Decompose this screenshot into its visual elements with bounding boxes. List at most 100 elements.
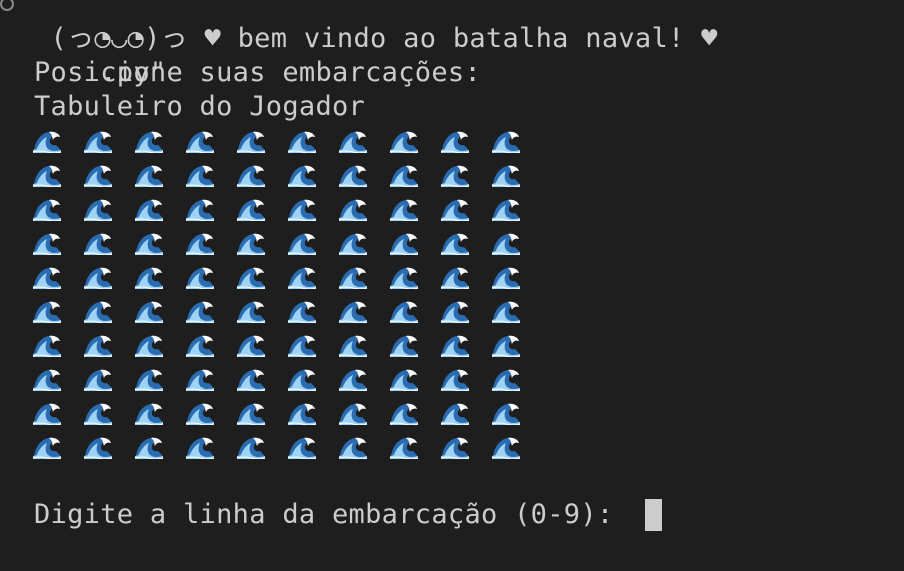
water-wave-icon (83, 233, 113, 255)
board-cell (440, 365, 470, 391)
board-cell (491, 433, 521, 459)
water-wave-icon (338, 199, 368, 221)
water-wave-icon (236, 165, 266, 187)
board-cell (83, 399, 113, 425)
water-wave-icon (83, 165, 113, 187)
water-wave-icon (185, 233, 215, 255)
board-cell (185, 365, 215, 391)
water-wave-icon (389, 301, 419, 323)
board-cell (389, 365, 419, 391)
water-wave-icon (185, 403, 215, 425)
water-wave-icon (491, 267, 521, 289)
water-wave-icon (491, 131, 521, 153)
water-wave-icon (491, 369, 521, 391)
water-wave-icon (389, 199, 419, 221)
board-cell (440, 229, 470, 255)
water-wave-icon (287, 199, 317, 221)
water-wave-icon (185, 335, 215, 357)
board-cell (32, 127, 62, 153)
water-wave-icon (83, 131, 113, 153)
water-wave-icon (236, 301, 266, 323)
board-cell (83, 195, 113, 221)
board-cell (389, 195, 419, 221)
board-cell (134, 399, 164, 425)
water-wave-icon (338, 165, 368, 187)
board-cell (236, 229, 266, 255)
water-wave-icon (83, 267, 113, 289)
water-wave-icon (338, 267, 368, 289)
water-wave-icon (134, 233, 164, 255)
water-wave-icon (185, 165, 215, 187)
water-wave-icon (389, 335, 419, 357)
board-cell (32, 297, 62, 323)
water-wave-icon (338, 437, 368, 459)
water-wave-icon (440, 437, 470, 459)
water-wave-icon (440, 131, 470, 153)
board-cell (236, 331, 266, 357)
water-wave-icon (83, 199, 113, 221)
board-cell (185, 127, 215, 153)
board-cell (32, 263, 62, 289)
board-cell (236, 365, 266, 391)
water-wave-icon (32, 199, 62, 221)
board-cell (287, 331, 317, 357)
terminal-window[interactable]: .py" (っ◔◡◔)っ ♥ bem vindo ao batalha nava… (0, 0, 904, 571)
water-wave-icon (185, 437, 215, 459)
board-cell (491, 161, 521, 187)
board-cell (440, 399, 470, 425)
water-wave-icon (338, 335, 368, 357)
board-cell (83, 331, 113, 357)
board-cell (338, 365, 368, 391)
board-cell (440, 297, 470, 323)
command-status-icon (0, 0, 14, 11)
water-wave-icon (287, 301, 317, 323)
board-cell (236, 263, 266, 289)
board-cell (236, 195, 266, 221)
water-wave-icon (389, 267, 419, 289)
board-cell (83, 263, 113, 289)
water-wave-icon (338, 403, 368, 425)
water-wave-icon (83, 369, 113, 391)
water-wave-icon (440, 335, 470, 357)
board-cell (236, 161, 266, 187)
water-wave-icon (338, 301, 368, 323)
water-wave-icon (83, 301, 113, 323)
water-wave-icon (287, 403, 317, 425)
water-wave-icon (491, 403, 521, 425)
water-wave-icon (83, 403, 113, 425)
board-cell (287, 399, 317, 425)
board-cell (389, 433, 419, 459)
water-wave-icon (287, 267, 317, 289)
board-cell (440, 331, 470, 357)
board-cell (83, 297, 113, 323)
terminal-cursor[interactable] (645, 499, 662, 531)
water-wave-icon (287, 369, 317, 391)
board-cell (440, 195, 470, 221)
water-wave-icon (185, 131, 215, 153)
board-cell (491, 195, 521, 221)
water-wave-icon (236, 403, 266, 425)
board-cell (491, 229, 521, 255)
water-wave-icon (236, 369, 266, 391)
board-cell (134, 433, 164, 459)
water-wave-icon (440, 233, 470, 255)
board-cell (185, 399, 215, 425)
board-cell (338, 399, 368, 425)
board-cell (287, 229, 317, 255)
water-wave-icon (185, 267, 215, 289)
water-wave-icon (287, 233, 317, 255)
player-board (32, 127, 542, 467)
board-cell (338, 195, 368, 221)
board-cell (389, 297, 419, 323)
water-wave-icon (185, 199, 215, 221)
board-cell (185, 229, 215, 255)
water-wave-icon (134, 199, 164, 221)
water-wave-icon (440, 369, 470, 391)
board-cell (338, 229, 368, 255)
water-wave-icon (491, 165, 521, 187)
water-wave-icon (236, 233, 266, 255)
water-wave-icon (491, 233, 521, 255)
water-wave-icon (287, 165, 317, 187)
board-cell (389, 331, 419, 357)
water-wave-icon (440, 199, 470, 221)
